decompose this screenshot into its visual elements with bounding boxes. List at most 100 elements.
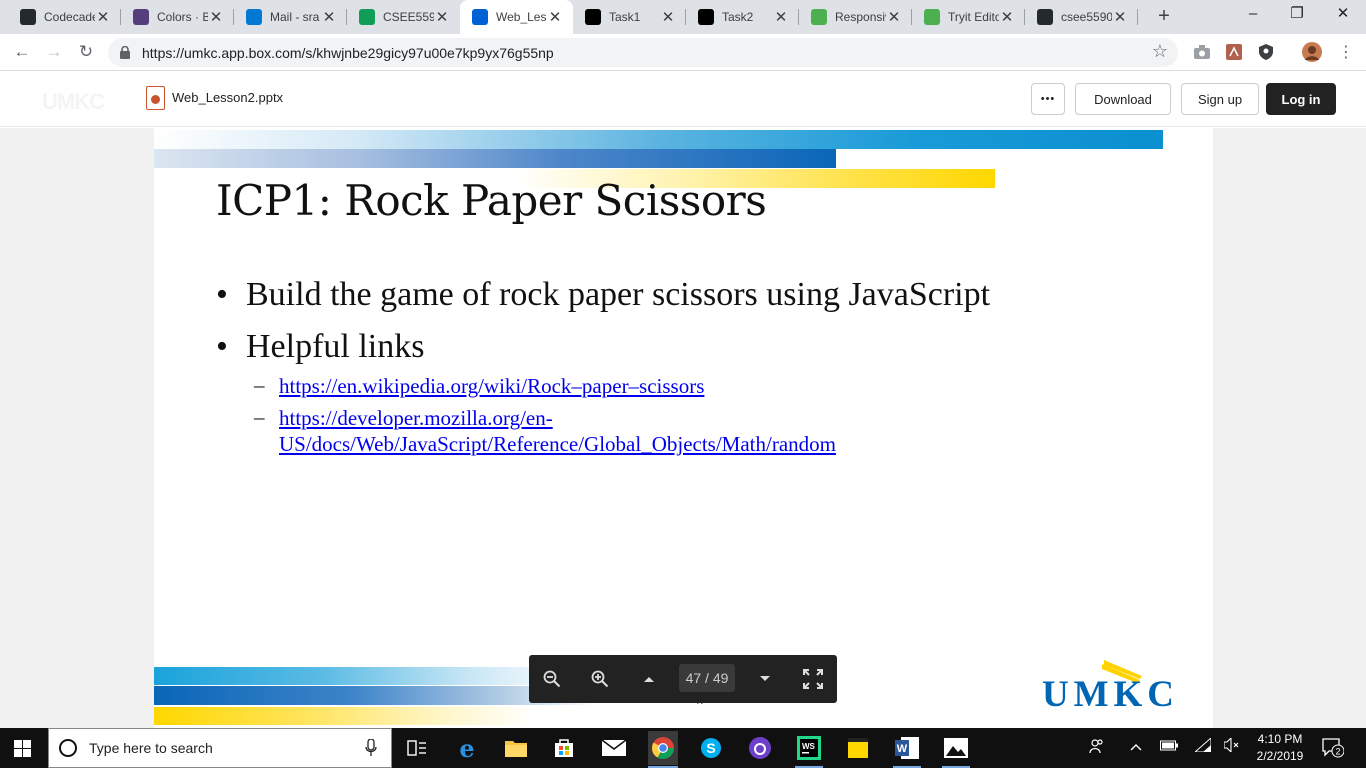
umkc-header-logo: UMKC [42,89,105,114]
tab-close-icon[interactable]: ✕ [434,8,450,26]
battery-icon[interactable] [1160,738,1178,754]
browser-toolbar: ← → ↻ https://umkc.app.box.com/s/khwjnbe… [0,34,1366,71]
github-icon [1037,9,1053,25]
word-icon[interactable]: W [893,734,921,762]
dash-marker: – [254,373,265,397]
zoom-out-button[interactable] [540,667,564,691]
tab-title: Task2 [722,10,754,24]
download-button[interactable]: Download [1075,83,1171,115]
sheets-icon [359,9,375,25]
minimize-button[interactable]: – [1230,0,1276,30]
chrome-taskbar-icon[interactable] [648,731,678,765]
browser-tab[interactable]: CSEE5590✕ [347,0,460,34]
reload-button[interactable]: ↻ [74,40,98,64]
file-name: Web_Lesson2.pptx [172,90,284,105]
tab-close-icon[interactable]: ✕ [1112,8,1128,26]
bottom-accent-bar-blue [154,686,594,705]
back-button[interactable]: ← [10,40,34,64]
address-bar[interactable]: https://umkc.app.box.com/s/khwjnbe29gicy… [108,38,1178,67]
volume-muted-icon[interactable] [1223,736,1240,755]
sign-up-button[interactable]: Sign up [1181,83,1259,115]
people-icon[interactable] [1089,738,1105,757]
mdn-link-line1[interactable]: https://developer.mozilla.org/en- [279,405,553,431]
mdn-link-line2[interactable]: US/docs/Web/JavaScript/Reference/Global_… [279,431,836,457]
tab-close-icon[interactable]: ✕ [886,8,902,26]
webstorm-icon [585,9,601,25]
github-icon [20,9,36,25]
clock-date: 2/2/2019 [1256,749,1304,763]
tab-title: Tryit Editor [948,10,999,24]
tab-close-icon[interactable]: ✕ [660,8,676,26]
webstorm-icon [698,9,714,25]
presentation-viewer[interactable]: ICP1: Rock Paper Scissors • Build the ga… [0,128,1366,728]
slide: ICP1: Rock Paper Scissors • Build the ga… [154,128,1213,728]
show-hidden-icons-chevron-icon[interactable] [1130,738,1142,754]
system-clock[interactable]: 4:10 PM 2/2/2019 [1255,731,1305,765]
browser-tab[interactable]: Colors · Bootstrap✕ [121,0,234,34]
mail-icon[interactable] [600,734,628,762]
action-center-button[interactable]: 2 [1322,738,1345,763]
browser-tab[interactable]: csee5590 ✕ [1025,0,1138,34]
browser-tab[interactable]: Tryit Editor✕ [912,0,1025,34]
shield-extension-icon[interactable] [1256,42,1276,62]
tab-close-icon[interactable]: ✕ [95,8,111,26]
windows-start-icon[interactable] [14,740,31,757]
tab-close-icon[interactable]: ✕ [773,8,789,26]
browser-tab[interactable]: Mail - sra ✕ [234,0,347,34]
w3schools-icon [811,9,827,25]
log-in-button[interactable]: Log in [1266,83,1336,115]
photos-icon[interactable] [942,734,970,762]
caret-up-icon [644,677,654,682]
svg-text:UMKC: UMKC [1042,674,1174,708]
taskbar-search-box[interactable]: Type here to search [48,728,392,768]
tab-close-icon[interactable]: ✕ [321,8,337,26]
top-accent-bar-blue [154,149,836,168]
browser-tab[interactable]: Web_Lesson2✕ [460,0,573,34]
page-indicator[interactable]: 47 / 49 [679,664,735,692]
browser-tab[interactable]: Responsive✕ [799,0,912,34]
forward-button[interactable]: → [42,40,66,64]
browser-tab[interactable]: Task2 ✕ [686,0,799,34]
previous-page-button[interactable] [637,667,661,691]
pdf-extension-icon[interactable] [1224,42,1244,62]
microphone-icon[interactable] [365,739,377,757]
next-page-button[interactable] [753,667,777,691]
tab-close-icon[interactable]: ✕ [547,8,563,26]
profile-avatar[interactable] [1302,42,1322,62]
tab-close-icon[interactable]: ✕ [208,8,224,26]
fullscreen-button[interactable] [801,667,825,691]
restore-button[interactable]: ❐ [1274,0,1320,30]
lock-icon [120,46,130,59]
svg-text:2: 2 [1335,747,1340,757]
bookmark-star-icon[interactable]: ☆ [1152,41,1168,62]
windows-taskbar: Type here to search e S WS W 4:10 PM 2/2… [0,728,1366,768]
browser-tab[interactable]: Task1 ✕ [573,0,686,34]
wikipedia-link[interactable]: https://en.wikipedia.org/wiki/Rock–paper… [279,373,704,399]
tab-close-icon[interactable]: ✕ [999,8,1015,26]
menu-kebab-icon[interactable]: ⋮ [1336,42,1356,62]
dash-marker: – [254,405,265,429]
camera-extension-icon[interactable] [1192,42,1212,62]
store-icon[interactable] [550,734,578,762]
clock-time: 4:10 PM [1257,732,1303,746]
task-view-icon[interactable] [403,734,431,762]
bullet-marker: • [216,276,228,313]
viewer-controls: 47 / 49 [529,655,837,703]
zoom-in-button[interactable] [588,667,612,691]
close-window-button[interactable]: ✕ [1320,0,1366,30]
more-options-button[interactable]: ••• [1031,83,1065,115]
new-tab-button[interactable]: + [1152,4,1176,28]
webstorm-taskbar-icon[interactable]: WS [795,734,823,762]
edge-browser-icon[interactable]: e [453,734,481,763]
github-desktop-icon[interactable] [746,734,774,762]
wifi-icon[interactable] [1193,736,1212,755]
w3schools-icon [924,9,940,25]
skype-icon[interactable]: S [697,734,725,762]
search-placeholder: Type here to search [89,740,213,756]
fullscreen-icon [803,669,823,689]
bootstrap-icon [133,9,149,25]
sticky-notes-icon[interactable] [844,734,872,762]
pptx-file-icon [146,86,165,110]
file-explorer-icon[interactable] [502,734,530,762]
browser-tab[interactable]: Codecademy✕ [8,0,121,34]
